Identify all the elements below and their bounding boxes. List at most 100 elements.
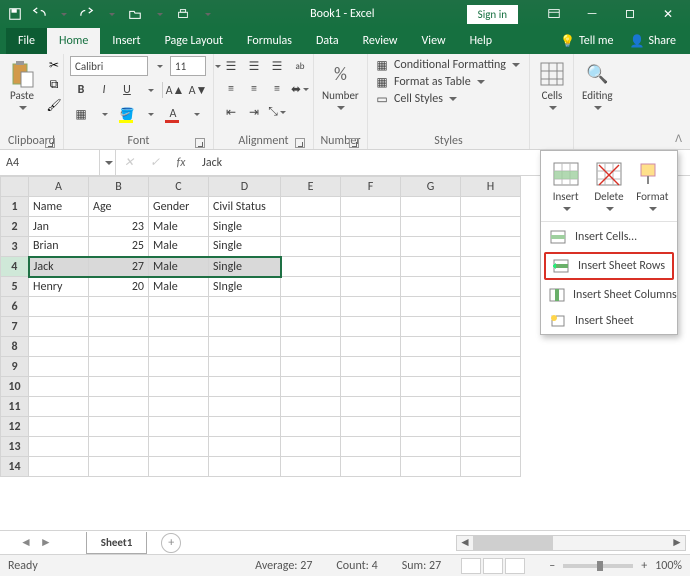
cell-G1[interactable] [401, 197, 461, 217]
col-header-D[interactable]: D [209, 177, 281, 197]
save-icon[interactable] [4, 3, 26, 25]
cell-C8[interactable] [149, 337, 209, 357]
cell-E6[interactable] [281, 297, 341, 317]
format-menu-button[interactable]: Format [633, 156, 672, 217]
cell-B11[interactable] [89, 397, 149, 417]
cell-H2[interactable] [461, 217, 521, 237]
cell-A12[interactable] [29, 417, 89, 437]
signin-button[interactable]: Sign in [467, 5, 518, 24]
cell-D3[interactable]: Single [209, 237, 281, 257]
font-size-select[interactable]: 11 [170, 56, 206, 76]
cell-F11[interactable] [341, 397, 401, 417]
merge-center-button[interactable]: ⬌ [289, 79, 311, 99]
cell-C12[interactable] [149, 417, 209, 437]
cell-D2[interactable]: Single [209, 217, 281, 237]
insert-sheet-item[interactable]: Insert Sheet [541, 308, 677, 334]
cell-C1[interactable]: Gender [149, 197, 209, 217]
cell-H7[interactable] [461, 317, 521, 337]
horizontal-scrollbar[interactable]: ◄ ► [456, 535, 686, 551]
cell-C13[interactable] [149, 437, 209, 457]
zoom-in-icon[interactable]: + [641, 559, 647, 573]
zoom-level[interactable]: 100% [655, 559, 682, 573]
italic-button[interactable]: I [93, 80, 115, 100]
row-header-9[interactable]: 9 [1, 357, 29, 377]
undo-icon[interactable] [28, 3, 50, 25]
tab-page-layout[interactable]: Page Layout [153, 28, 235, 54]
collapse-ribbon-icon[interactable]: ᐱ [675, 132, 682, 145]
row-header-4[interactable]: 4 [1, 257, 29, 277]
cell-E10[interactable] [281, 377, 341, 397]
cell-F3[interactable] [341, 237, 401, 257]
cell-H8[interactable] [461, 337, 521, 357]
decrease-indent-icon[interactable]: ⇤ [220, 102, 242, 122]
copy-icon[interactable]: ⧉ [44, 76, 64, 94]
cell-H6[interactable] [461, 297, 521, 317]
fill-color-dropdown[interactable] [139, 104, 161, 124]
col-header-C[interactable]: C [149, 177, 209, 197]
cell-E11[interactable] [281, 397, 341, 417]
cell-F7[interactable] [341, 317, 401, 337]
cell-D14[interactable] [209, 457, 281, 477]
cell-B1[interactable]: Age [89, 197, 149, 217]
row-header-10[interactable]: 10 [1, 377, 29, 397]
cell-A7[interactable] [29, 317, 89, 337]
cell-F14[interactable] [341, 457, 401, 477]
font-color-dropdown[interactable] [185, 104, 207, 124]
format-painter-icon[interactable]: 🖌 [44, 96, 64, 114]
orientation-icon[interactable]: ⤡ [266, 102, 288, 122]
cell-D6[interactable] [209, 297, 281, 317]
cell-C3[interactable]: Male [149, 237, 209, 257]
next-sheet-icon[interactable]: ► [40, 535, 52, 550]
row-header-12[interactable]: 12 [1, 417, 29, 437]
cell-A3[interactable]: Brian [29, 237, 89, 257]
cell-G6[interactable] [401, 297, 461, 317]
increase-font-icon[interactable]: A▲ [164, 80, 186, 100]
cell-G8[interactable] [401, 337, 461, 357]
cell-B10[interactable] [89, 377, 149, 397]
cut-icon[interactable]: ✂ [44, 56, 64, 74]
align-right-icon[interactable]: ≡ [266, 79, 288, 99]
tab-formulas[interactable]: Formulas [235, 28, 304, 54]
cell-H13[interactable] [461, 437, 521, 457]
cell-A10[interactable] [29, 377, 89, 397]
cells-button[interactable]: Cells [536, 56, 568, 116]
cell-H12[interactable] [461, 417, 521, 437]
horizontal-scroll-thumb[interactable] [473, 536, 553, 550]
row-header-13[interactable]: 13 [1, 437, 29, 457]
undo-dropdown[interactable] [52, 3, 74, 25]
cell-F6[interactable] [341, 297, 401, 317]
cell-C9[interactable] [149, 357, 209, 377]
cell-F10[interactable] [341, 377, 401, 397]
paste-button[interactable]: Paste [6, 56, 38, 116]
cell-G2[interactable] [401, 217, 461, 237]
increase-indent-icon[interactable]: ⇥ [243, 102, 265, 122]
row-header-14[interactable]: 14 [1, 457, 29, 477]
underline-dropdown[interactable] [139, 80, 161, 100]
row-header-5[interactable]: 5 [1, 277, 29, 297]
name-box[interactable]: A4 [0, 150, 100, 175]
cell-G14[interactable] [401, 457, 461, 477]
tab-file[interactable]: File [6, 28, 47, 54]
cell-D10[interactable] [209, 377, 281, 397]
normal-view-icon[interactable] [461, 558, 481, 574]
cell-F4[interactable] [341, 257, 401, 277]
cell-A14[interactable] [29, 457, 89, 477]
font-dialog-launcher[interactable] [195, 138, 205, 148]
cell-E3[interactable] [281, 237, 341, 257]
cell-G12[interactable] [401, 417, 461, 437]
maximize-icon[interactable] [612, 3, 648, 25]
editing-button[interactable]: 🔍 Editing [580, 56, 615, 116]
cell-C2[interactable]: Male [149, 217, 209, 237]
cell-E14[interactable] [281, 457, 341, 477]
cell-G7[interactable] [401, 317, 461, 337]
conditional-formatting-button[interactable]: ▦Conditional Formatting [374, 58, 520, 72]
cell-B8[interactable] [89, 337, 149, 357]
cell-H14[interactable] [461, 457, 521, 477]
enter-formula-icon[interactable]: ✓ [142, 150, 168, 175]
tab-view[interactable]: View [410, 28, 458, 54]
cell-D7[interactable] [209, 317, 281, 337]
format-as-table-button[interactable]: ▦Format as Table [374, 75, 520, 89]
minimize-icon[interactable]: — [574, 3, 610, 25]
cell-H9[interactable] [461, 357, 521, 377]
insert-cells-item[interactable]: Insert Cells… [541, 224, 677, 250]
